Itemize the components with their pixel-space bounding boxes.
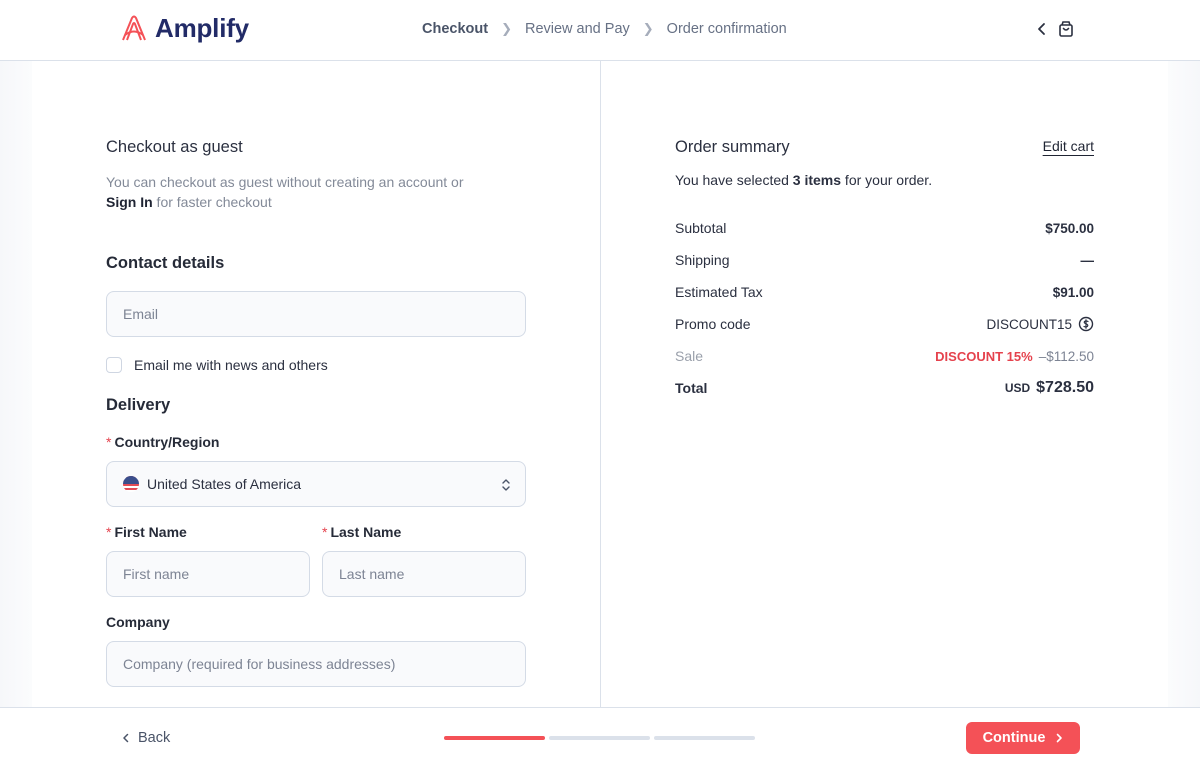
discount-tag: DISCOUNT 15%	[935, 348, 1033, 364]
dollar-badge-icon[interactable]	[1078, 316, 1094, 332]
delivery-title: Delivery	[106, 396, 171, 414]
items-count: 3 items	[792, 172, 842, 188]
sale-value-group: DISCOUNT 15% –$112.50	[935, 349, 1094, 364]
sale-label: Sale	[675, 348, 704, 364]
country-selected: United States of America	[123, 476, 301, 492]
promo-row: Promo code DISCOUNT15	[675, 314, 1094, 334]
guest-checkout-description: You can checkout as guest without creati…	[106, 172, 486, 212]
right-gutter	[1168, 61, 1200, 707]
guest-checkout-title: Checkout as guest	[106, 138, 243, 156]
guest-desc-text: You can checkout as guest without creati…	[106, 174, 464, 190]
country-label: * Country/Region	[106, 434, 219, 450]
tax-value: $91.00	[1052, 284, 1094, 300]
total-label: Total	[675, 380, 708, 396]
chevron-right-icon: ❯	[501, 21, 512, 36]
contact-details-title: Contact details	[106, 254, 225, 272]
sort-arrows-icon	[502, 479, 510, 491]
panel-divider	[600, 61, 601, 707]
subtotal-label: Subtotal	[675, 220, 727, 236]
promo-value-group: DISCOUNT15	[986, 316, 1094, 332]
chevron-left-icon[interactable]	[1036, 20, 1048, 38]
last-name-placeholder: Last name	[339, 566, 405, 582]
progress-step-2	[549, 736, 650, 740]
total-currency: USD	[1004, 381, 1031, 395]
email-placeholder: Email	[123, 306, 159, 322]
breadcrumb-order-confirmation[interactable]: Order confirmation	[667, 21, 787, 37]
country-label-text: Country/Region	[114, 434, 220, 450]
last-name-input[interactable]: Last name	[322, 551, 526, 597]
continue-button[interactable]: Continue	[966, 722, 1080, 754]
required-mark: *	[106, 524, 112, 540]
back-label: Back	[138, 730, 171, 746]
breadcrumb-checkout[interactable]: Checkout	[422, 21, 488, 37]
total-value-group: USD $728.50	[1005, 379, 1094, 397]
tax-label: Estimated Tax	[675, 284, 763, 300]
shopping-bag-icon[interactable]	[1058, 20, 1074, 38]
brand-name: Amplify	[155, 13, 249, 43]
shipping-row: Shipping —	[675, 250, 1094, 270]
checkout-progress	[444, 736, 755, 740]
top-header: Amplify Checkout ❯ Review and Pay ❯ Orde…	[0, 0, 1200, 61]
sale-amount: –$112.50	[1038, 348, 1094, 364]
company-label: Company	[106, 614, 170, 630]
header-actions	[1036, 20, 1074, 38]
subtotal-value: $750.00	[1045, 220, 1094, 236]
promo-label: Promo code	[675, 316, 751, 332]
newsletter-checkbox[interactable]	[106, 357, 122, 373]
chevron-left-icon	[123, 733, 129, 743]
last-name-label-text: Last Name	[330, 524, 402, 540]
first-name-input[interactable]: First name	[106, 551, 310, 597]
last-name-label: * Last Name	[322, 524, 401, 540]
items-suffix: for your order.	[841, 172, 933, 188]
promo-code: DISCOUNT15	[986, 316, 1072, 332]
country-value: United States of America	[147, 476, 302, 492]
amplify-logo-icon	[122, 15, 146, 40]
company-placeholder: Company (required for business addresses…	[123, 656, 396, 672]
first-name-placeholder: First name	[123, 566, 190, 582]
sign-in-link[interactable]: Sign In	[106, 194, 153, 210]
edit-cart-link[interactable]: Edit cart	[1043, 138, 1094, 154]
progress-step-3	[654, 736, 755, 740]
brand-logo[interactable]: Amplify	[119, 13, 249, 44]
tax-row: Estimated Tax $91.00	[675, 282, 1094, 302]
required-mark: *	[106, 434, 112, 450]
newsletter-option[interactable]: Email me with news and others	[106, 357, 328, 373]
chevron-right-icon	[1057, 733, 1063, 743]
us-flag-icon	[123, 476, 139, 492]
first-name-label-text: First Name	[114, 524, 187, 540]
subtotal-row: Subtotal $750.00	[675, 218, 1094, 238]
guest-desc-suffix: for faster checkout	[152, 194, 272, 210]
sale-row: Sale DISCOUNT 15% –$112.50	[675, 346, 1094, 366]
newsletter-label: Email me with news and others	[134, 357, 328, 373]
shipping-label: Shipping	[675, 252, 730, 268]
email-input[interactable]: Email	[106, 291, 526, 337]
checkout-breadcrumb: Checkout ❯ Review and Pay ❯ Order confir…	[422, 21, 787, 37]
order-summary-title: Order summary	[675, 138, 790, 156]
first-name-label: * First Name	[106, 524, 187, 540]
total-amount: $728.50	[1036, 379, 1094, 396]
back-button[interactable]: Back	[122, 730, 170, 746]
items-selected-text: You have selected 3 items for your order…	[675, 172, 932, 188]
continue-label: Continue	[982, 730, 1046, 746]
company-input[interactable]: Company (required for business addresses…	[106, 641, 526, 687]
items-prefix: You have selected	[675, 172, 793, 188]
footer-bar: Back Continue	[0, 707, 1200, 768]
required-mark: *	[322, 524, 328, 540]
breadcrumb-review-and-pay[interactable]: Review and Pay	[525, 21, 630, 37]
country-select[interactable]: United States of America	[106, 461, 526, 507]
shipping-value: —	[1080, 252, 1095, 268]
total-row: Total USD $728.50	[675, 378, 1094, 398]
progress-step-1	[444, 736, 545, 740]
chevron-right-icon: ❯	[642, 21, 654, 36]
left-gutter	[0, 61, 32, 707]
